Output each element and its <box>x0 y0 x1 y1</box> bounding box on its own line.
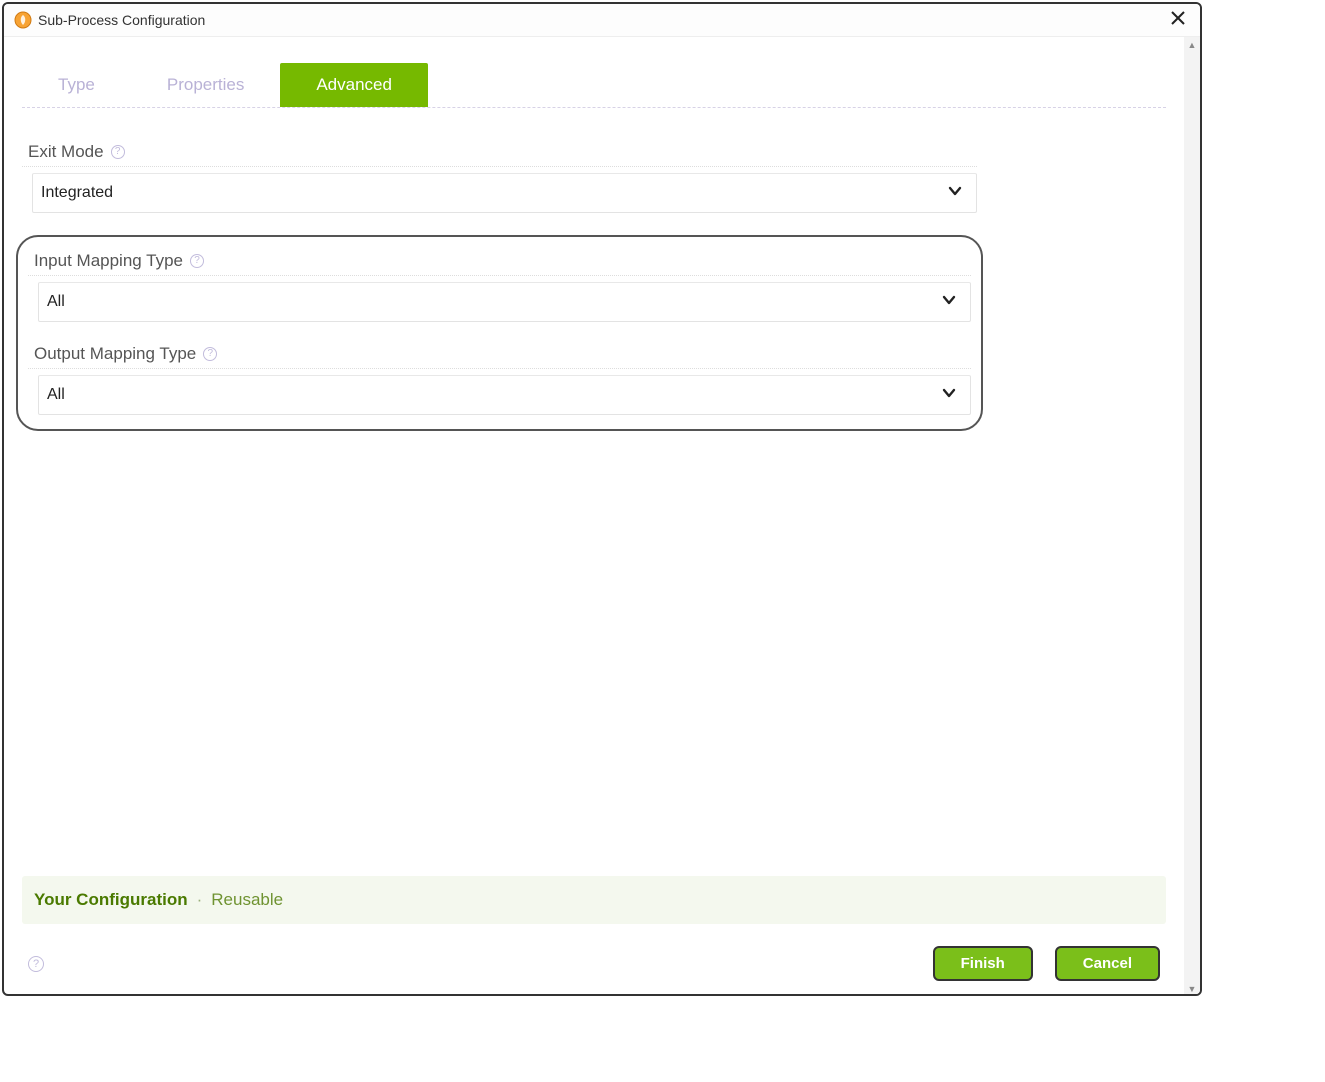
help-icon[interactable]: ? <box>111 145 125 159</box>
input-mapping-label-row: Input Mapping Type ? <box>28 251 971 276</box>
chevron-down-icon <box>942 386 956 405</box>
summary-value: Reusable <box>211 890 283 910</box>
field-label: Exit Mode <box>28 142 104 162</box>
finish-button[interactable]: Finish <box>933 946 1033 981</box>
config-summary: Your Configuration · Reusable <box>22 876 1166 924</box>
summary-label: Your Configuration <box>34 890 188 910</box>
help-icon[interactable]: ? <box>190 254 204 268</box>
scroll-area: Type Properties Advanced Exit Mode ? Int… <box>4 37 1200 996</box>
select-value: Integrated <box>41 184 113 202</box>
dialog-title: Sub-Process Configuration <box>38 12 1166 28</box>
field-label: Output Mapping Type <box>34 344 196 364</box>
tab-type[interactable]: Type <box>22 63 131 107</box>
close-icon[interactable] <box>1166 10 1190 30</box>
scroll-down-arrow[interactable]: ▼ <box>1184 981 1200 996</box>
tab-properties[interactable]: Properties <box>131 63 280 107</box>
mapping-type-highlight: Input Mapping Type ? All Output Mapping … <box>16 235 983 431</box>
select-value: All <box>47 293 65 311</box>
output-mapping-select[interactable]: All <box>38 375 971 415</box>
input-mapping-select[interactable]: All <box>38 282 971 322</box>
help-icon[interactable]: ? <box>203 347 217 361</box>
footer: ? Finish Cancel <box>22 944 1166 996</box>
vertical-scrollbar[interactable]: ▲ ▼ <box>1184 37 1200 996</box>
tab-label: Properties <box>167 75 244 94</box>
app-icon <box>14 11 32 29</box>
scroll-up-arrow[interactable]: ▲ <box>1184 37 1200 53</box>
titlebar: Sub-Process Configuration <box>4 4 1200 37</box>
select-value: All <box>47 386 65 404</box>
chevron-down-icon <box>948 184 962 203</box>
tab-label: Advanced <box>316 75 392 94</box>
field-label: Input Mapping Type <box>34 251 183 271</box>
tab-advanced[interactable]: Advanced <box>280 63 428 107</box>
scroll-track[interactable] <box>1184 53 1200 981</box>
cancel-button[interactable]: Cancel <box>1055 946 1160 981</box>
content: Type Properties Advanced Exit Mode ? Int… <box>4 37 1184 996</box>
dialog-frame: Sub-Process Configuration Type Propertie… <box>2 2 1202 996</box>
tab-label: Type <box>58 75 95 94</box>
output-mapping-label-row: Output Mapping Type ? <box>28 344 971 369</box>
exit-mode-select[interactable]: Integrated <box>32 173 977 213</box>
tab-bar: Type Properties Advanced <box>22 63 1166 108</box>
help-icon[interactable]: ? <box>28 956 44 972</box>
form-area: Exit Mode ? Integrated Input Mapping Typ… <box>22 108 977 431</box>
exit-mode-label-row: Exit Mode ? <box>22 142 977 167</box>
separator-dot: · <box>197 890 203 910</box>
chevron-down-icon <box>942 293 956 312</box>
